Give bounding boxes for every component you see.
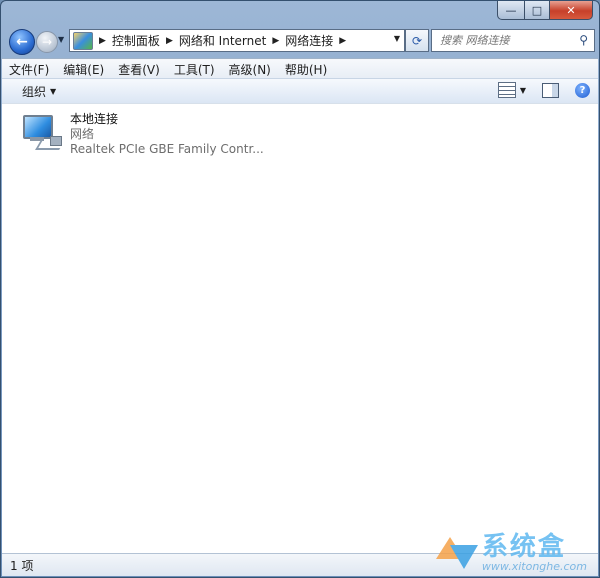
menu-tools[interactable]: 工具(T) — [167, 61, 222, 78]
menu-bar: 文件(F) 编辑(E) 查看(V) 工具(T) 高级(N) 帮助(H) — [2, 58, 598, 79]
maximize-button[interactable]: □ — [525, 1, 550, 20]
connection-details: 本地连接 网络 Realtek PCIe GBE Family Contr... — [70, 112, 264, 157]
watermark-text: 系统盒 www.xitonghe.com — [482, 532, 587, 573]
item-count: 1 项 — [10, 558, 34, 573]
breadcrumb-separator-icon[interactable]: ▶ — [166, 36, 173, 46]
search-icon[interactable]: ⚲ — [579, 33, 588, 47]
breadcrumb-separator-icon[interactable]: ▶ — [99, 36, 106, 46]
refresh-icon: ⟳ — [411, 33, 423, 48]
file-list-area[interactable]: 本地连接 网络 Realtek PCIe GBE Family Contr... — [2, 103, 598, 553]
connection-device: Realtek PCIe GBE Family Contr... — [70, 142, 264, 156]
control-panel-icon — [73, 31, 93, 50]
menu-edit[interactable]: 编辑(E) — [56, 61, 111, 78]
back-arrow-icon: ← — [16, 34, 28, 50]
toolbar-right: ▼ ? — [497, 82, 590, 98]
menu-advanced[interactable]: 高级(N) — [222, 61, 278, 78]
explorer-window: — □ ✕ ← → ▼ ▶ 控制面板 ▶ 网络和 Internet ▶ 网络连接… — [0, 0, 600, 578]
organize-label: 组织 — [22, 84, 47, 99]
connection-type: 网络 — [70, 127, 95, 141]
breadcrumb-item-network-internet[interactable]: 网络和 Internet — [179, 32, 266, 49]
list-item[interactable]: 本地连接 网络 Realtek PCIe GBE Family Contr... — [20, 112, 264, 157]
navigation-bar: ← → ▼ ▶ 控制面板 ▶ 网络和 Internet ▶ 网络连接 ▶ ▼ ⟳ — [1, 23, 599, 59]
forward-arrow-icon: → — [41, 35, 53, 49]
breadcrumb-separator-icon[interactable]: ▶ — [339, 36, 346, 46]
menu-help[interactable]: 帮助(H) — [278, 61, 334, 78]
minimize-button[interactable]: — — [497, 1, 525, 20]
breadcrumb: ▶ 控制面板 — [99, 32, 160, 49]
breadcrumb-separator-icon[interactable]: ▶ — [272, 36, 279, 46]
change-view-icon[interactable] — [497, 82, 516, 98]
chevron-down-icon: ▼ — [50, 86, 57, 96]
organize-button[interactable]: 组织 ▼ — [22, 83, 56, 100]
command-toolbar: 组织 ▼ ▼ ? — [2, 78, 598, 104]
address-dropdown-icon[interactable]: ▼ — [394, 34, 400, 43]
connection-name: 本地连接 — [70, 112, 119, 126]
search-box[interactable]: ⚲ — [431, 29, 595, 52]
forward-button[interactable]: → — [36, 31, 58, 53]
close-button[interactable]: ✕ — [550, 1, 593, 20]
menu-view[interactable]: 查看(V) — [111, 61, 167, 78]
help-icon[interactable]: ? — [575, 82, 590, 98]
menu-file[interactable]: 文件(F) — [2, 61, 56, 78]
back-button[interactable]: ← — [9, 29, 35, 55]
preview-pane-icon[interactable] — [542, 82, 559, 98]
watermark-url: www.xitonghe.com — [481, 559, 587, 573]
breadcrumb-item-control-panel[interactable]: 控制面板 — [112, 32, 160, 49]
history-dropdown-icon[interactable]: ▼ — [58, 35, 68, 45]
address-bar[interactable]: ▶ 控制面板 ▶ 网络和 Internet ▶ 网络连接 ▶ ▼ — [69, 29, 405, 52]
watermark-title: 系统盒 — [481, 531, 566, 562]
search-input[interactable] — [438, 33, 572, 48]
watermark: 系统盒 www.xitonghe.com — [435, 531, 587, 573]
refresh-button[interactable]: ⟳ — [405, 29, 429, 52]
caption-buttons: — □ ✕ — [497, 1, 593, 20]
view-options-dropdown-icon[interactable]: ▼ — [520, 86, 526, 95]
breadcrumb-item-network-connections[interactable]: 网络连接 — [285, 32, 333, 49]
breadcrumb: ▶ 网络连接 ▶ — [272, 32, 352, 49]
breadcrumb: ▶ 网络和 Internet — [166, 32, 266, 49]
network-adapter-icon — [20, 112, 65, 152]
watermark-logo-icon — [435, 531, 478, 573]
